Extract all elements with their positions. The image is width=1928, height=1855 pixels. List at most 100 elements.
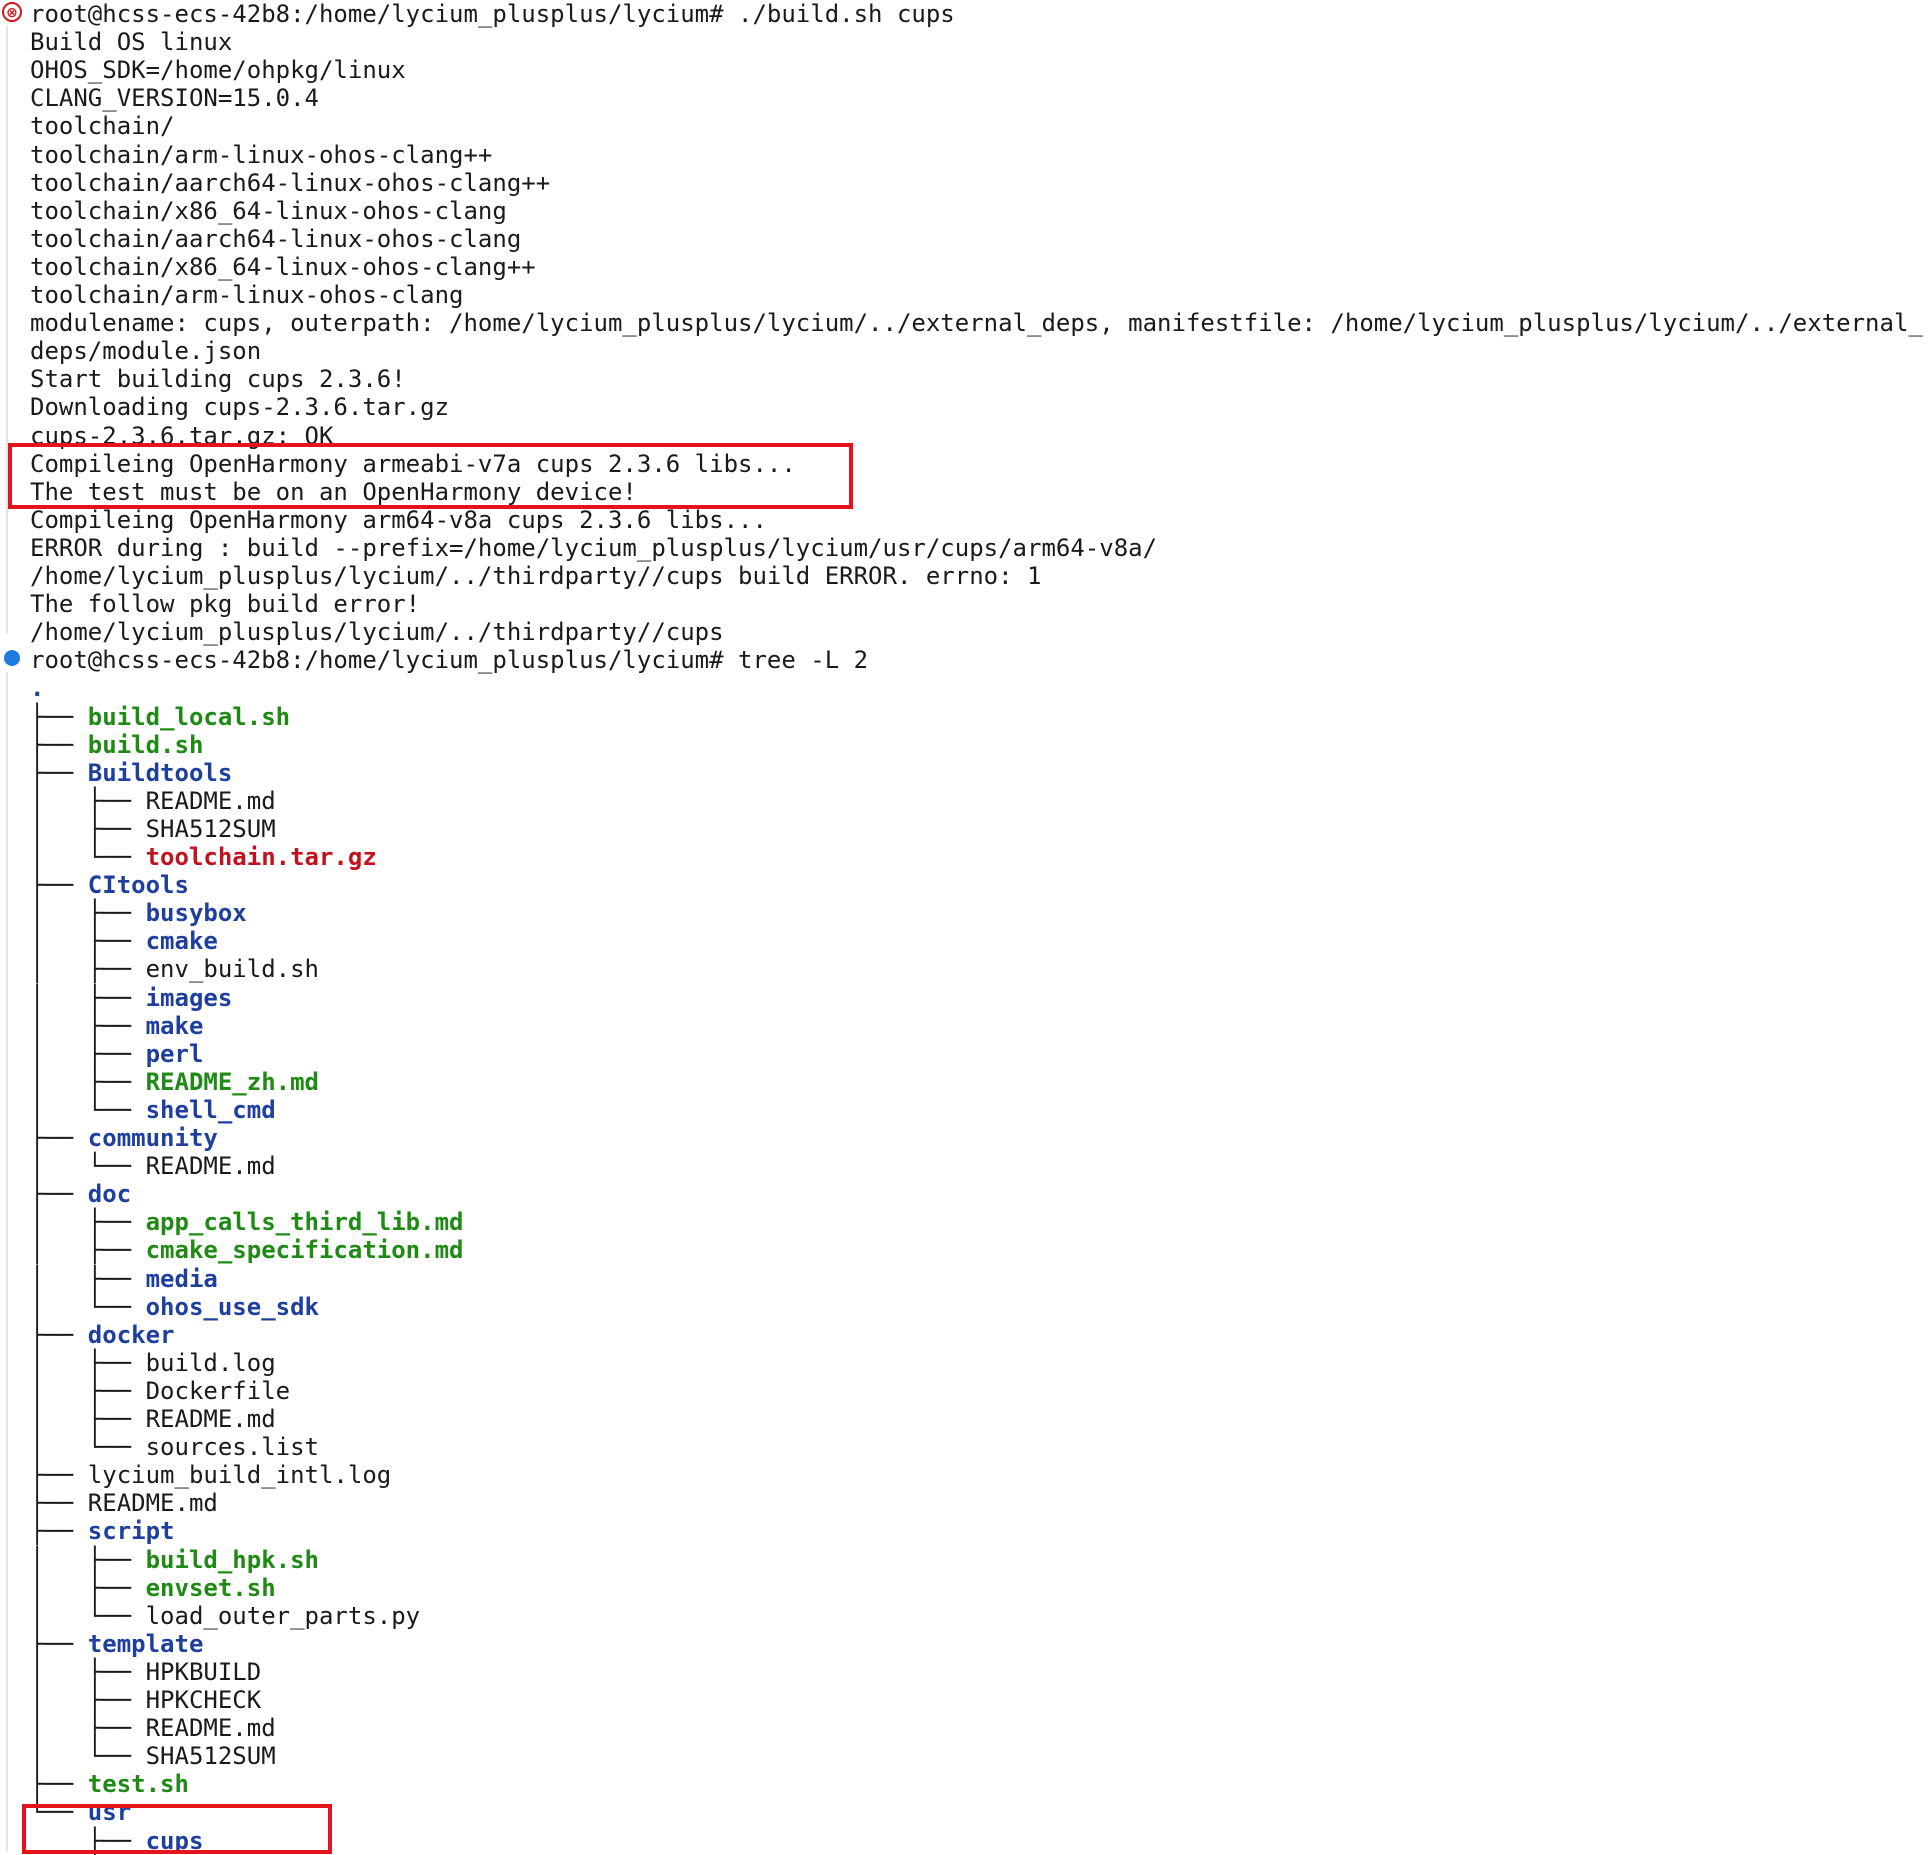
tree-branch: │ ├──	[30, 1545, 146, 1574]
terminal-line: │ ├── make	[30, 1012, 203, 1040]
tree-branch: │ ├──	[30, 814, 146, 843]
terminal-line: │ └── toolchain.tar.gz	[30, 843, 377, 871]
terminal-line: toolchain/arm-linux-ohos-clang++	[30, 141, 492, 169]
terminal-line: root@hcss-ecs-42b8:/home/lycium_plusplus…	[30, 0, 955, 28]
line-text: README.md	[87, 1489, 218, 1518]
terminal-line: Downloading cups-2.3.6.tar.gz	[30, 393, 449, 421]
tree-branch: │ └──	[30, 1095, 146, 1124]
terminal-line: │ ├── cmake	[30, 927, 218, 955]
directory-entry: images	[145, 983, 233, 1012]
tree-branch: ├──	[30, 758, 88, 787]
line-text: sources.list	[145, 1433, 319, 1462]
terminal-line: │ ├── app_calls_third_lib.md	[30, 1208, 463, 1236]
executable-entry: build.sh	[87, 730, 204, 759]
tree-branch: │ └──	[30, 1152, 146, 1181]
terminal-line: ├── test.sh	[30, 1770, 189, 1798]
terminal-line: │ ├── Dockerfile	[30, 1377, 290, 1405]
executable-entry: test.sh	[87, 1770, 189, 1799]
success-status-icon[interactable]	[4, 650, 20, 666]
terminal-line: /home/lycium_plusplus/lycium/../thirdpar…	[30, 618, 724, 646]
tree-branch: │ ├──	[30, 955, 146, 984]
terminal-line: ├── CItools	[30, 871, 189, 899]
tree-branch: │ ├──	[30, 1405, 146, 1433]
terminal-line: toolchain/x86_64-linux-ohos-clang	[30, 197, 507, 225]
terminal-output[interactable]: ⊗ root@hcss-ecs-42b8:/home/lycium_pluspl…	[0, 0, 1928, 1855]
terminal-line: ├── Buildtools	[30, 759, 232, 787]
error-status-icon[interactable]: ⊗	[2, 2, 22, 22]
line-text: SHA512SUM	[145, 1742, 276, 1771]
terminal-line: Build OS linux	[30, 28, 232, 56]
terminal-line: │ ├── busybox	[30, 899, 247, 927]
command-block-bar	[6, 26, 8, 634]
terminal-line: toolchain/aarch64-linux-ohos-clang	[30, 225, 521, 253]
directory-entry: ohos_use_sdk	[145, 1292, 319, 1321]
terminal-line: │ └── sources.list	[30, 1433, 319, 1461]
line-text: README.md	[145, 786, 276, 815]
tree-branch: ├──	[30, 1629, 88, 1658]
terminal-line: │ ├── perl	[30, 1040, 203, 1068]
tree-branch: ├──	[30, 1517, 88, 1546]
directory-entry: cmake	[145, 927, 218, 956]
line-text: toolchain/	[30, 112, 175, 141]
tree-branch: │ ├──	[30, 1376, 146, 1405]
directory-entry: shell_cmd	[145, 1095, 276, 1124]
tree-branch: │ ├──	[30, 1236, 146, 1265]
line-text: CLANG_VERSION=15.0.4	[30, 84, 319, 113]
line-text: SHA512SUM	[145, 814, 276, 843]
directory-entry: .	[30, 674, 45, 703]
directory-entry: perl	[145, 1039, 204, 1068]
line-text: /home/lycium_plusplus/lycium/../thirdpar…	[30, 562, 1042, 590]
terminal-line: ├── community	[30, 1124, 218, 1152]
terminal-line: ├── template	[30, 1630, 203, 1658]
terminal-line: │ ├── HPKBUILD	[30, 1658, 261, 1686]
terminal-line: │ └── shell_cmd	[30, 1096, 276, 1124]
line-text: Compileing OpenHarmony arm64-v8a cups 2.…	[30, 505, 767, 534]
line-text: toolchain/aarch64-linux-ohos-clang	[30, 224, 522, 253]
terminal-line: ├── build.sh	[30, 731, 203, 759]
line-text: deps/module.json	[30, 337, 262, 366]
terminal-line: │ ├── README.md	[30, 1714, 276, 1742]
tree-branch: ├──	[30, 1489, 88, 1518]
line-text: load_outer_parts.py	[145, 1601, 421, 1630]
tree-branch: │ ├──	[30, 1039, 146, 1068]
line-text: The follow pkg build error!	[30, 590, 421, 619]
line-text: Downloading cups-2.3.6.tar.gz	[30, 393, 450, 422]
line-text: HPKBUILD	[145, 1657, 262, 1686]
line-text: toolchain/x86_64-linux-ohos-clang	[30, 196, 507, 225]
directory-entry: community	[87, 1124, 218, 1152]
terminal-line: deps/module.json	[30, 337, 261, 365]
tree-branch: │ ├──	[30, 1208, 146, 1237]
terminal-line: Start building cups 2.3.6!	[30, 365, 406, 393]
tree-branch: ├──	[30, 1461, 88, 1490]
tree-branch: │ └──	[30, 1601, 146, 1630]
executable-entry: build_local.sh	[87, 702, 291, 731]
terminal-line: │ └── ohos_use_sdk	[30, 1293, 319, 1321]
directory-entry: template	[87, 1629, 204, 1658]
line-text: toolchain/arm-linux-ohos-clang	[30, 281, 464, 309]
highlight-box-usr-cups	[22, 1804, 332, 1854]
line-text: env_build.sh	[145, 955, 319, 984]
terminal-line: Compileing OpenHarmony arm64-v8a cups 2.…	[30, 506, 767, 534]
line-text: root@hcss-ecs-42b8:/home/lycium_plusplus…	[30, 646, 869, 675]
archive-entry: toolchain.tar.gz	[145, 843, 377, 871]
tree-branch: │ └──	[30, 1292, 146, 1321]
tree-branch: ├──	[30, 702, 88, 731]
tree-branch: │ ├──	[30, 1348, 146, 1377]
directory-entry: Buildtools	[87, 758, 233, 787]
terminal-line: │ ├── README_zh.md	[30, 1068, 319, 1096]
terminal-line: │ ├── envset.sh	[30, 1574, 276, 1602]
line-text: HPKCHECK	[145, 1686, 262, 1714]
terminal-line: │ ├── README.md	[30, 1405, 276, 1433]
tree-branch: │ └──	[30, 1433, 146, 1462]
terminal-line: toolchain/x86_64-linux-ohos-clang++	[30, 253, 536, 281]
line-text: Dockerfile	[145, 1376, 291, 1405]
tree-branch: │ ├──	[30, 983, 146, 1012]
highlight-box-compile	[8, 443, 853, 509]
terminal-line: │ └── load_outer_parts.py	[30, 1602, 420, 1630]
terminal-line: │ ├── README.md	[30, 787, 276, 815]
terminal-line: ├── lycium_build_intl.log	[30, 1461, 391, 1489]
line-text: README.md	[145, 1405, 276, 1433]
terminal-line: The follow pkg build error!	[30, 590, 420, 618]
tree-branch: │ ├──	[30, 1264, 146, 1293]
terminal-line: CLANG_VERSION=15.0.4	[30, 84, 319, 112]
